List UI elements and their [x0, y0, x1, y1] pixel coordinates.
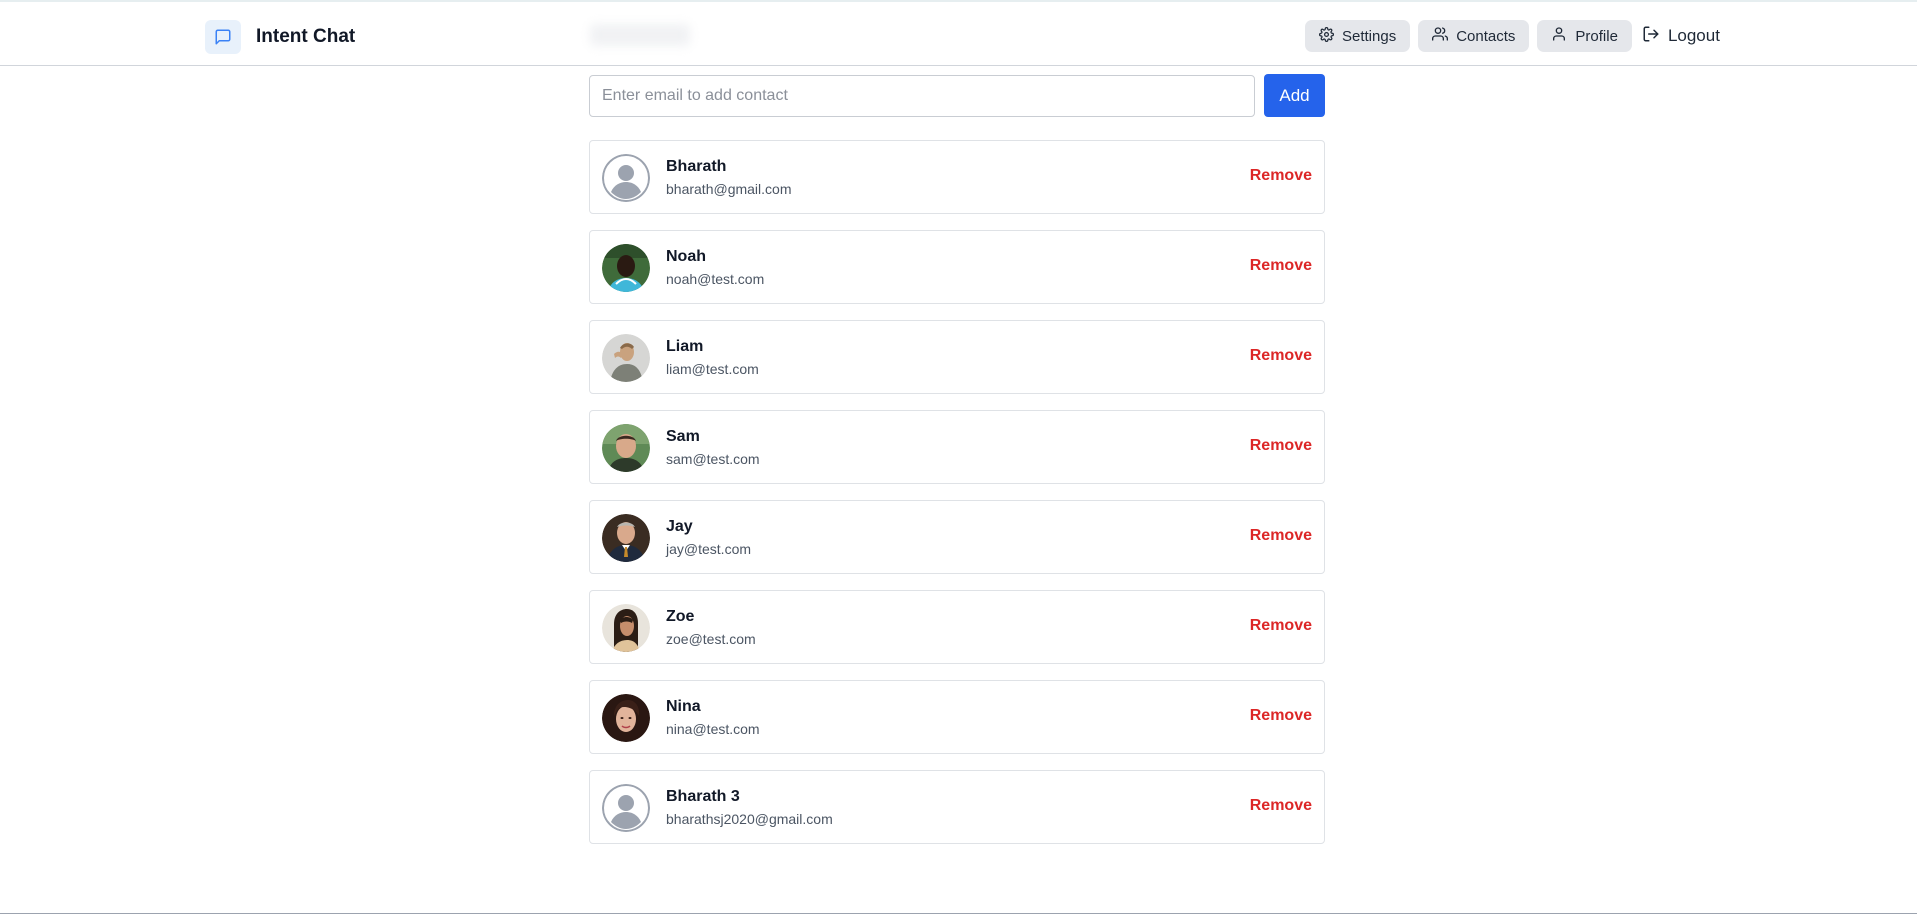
app-title: Intent Chat [256, 26, 356, 47]
contact-name: Zoe [666, 608, 695, 625]
remove-button[interactable]: Remove [1250, 527, 1312, 545]
logout-button[interactable]: Logout [1642, 25, 1720, 48]
settings-label: Settings [1342, 27, 1397, 45]
contact-email: liam@test.com [666, 361, 759, 377]
contact-email: sam@test.com [666, 451, 760, 467]
remove-button[interactable]: Remove [1250, 797, 1312, 815]
gear-icon [1319, 26, 1334, 46]
contact-card: Noah noah@test.com Remove [589, 230, 1325, 304]
remove-button[interactable]: Remove [1250, 257, 1312, 275]
remove-button[interactable]: Remove [1250, 437, 1312, 455]
remove-button[interactable]: Remove [1250, 707, 1312, 725]
contact-name: Bharath [666, 158, 727, 175]
contact-email: jay@test.com [666, 541, 752, 557]
default-avatar-icon [602, 784, 650, 832]
contact-card: Bharath 3 bharathsj2020@gmail.com Remove [589, 770, 1325, 844]
users-icon [1432, 26, 1449, 46]
contact-name: Bharath 3 [666, 788, 740, 805]
contact-name: Noah [666, 248, 706, 265]
contact-email: noah@test.com [666, 271, 765, 287]
logout-label: Logout [1667, 26, 1720, 45]
contact-email: zoe@test.com [666, 631, 756, 647]
nav-menu: Settings Contacts Profile Logout [1305, 20, 1720, 52]
avatar-photo [602, 244, 650, 292]
avatar-photo [602, 604, 650, 652]
contact-name: Jay [666, 518, 693, 535]
contact-card: Nina nina@test.com Remove [589, 680, 1325, 754]
user-icon [1551, 26, 1567, 46]
contact-card: Jay jay@test.com Remove [589, 500, 1325, 574]
contact-name: Sam [666, 428, 700, 445]
avatar-photo [602, 694, 650, 742]
profile-label: Profile [1575, 27, 1618, 45]
email-input[interactable] [589, 74, 1255, 117]
chat-bubble-icon [205, 20, 241, 54]
settings-button[interactable]: Settings [1305, 20, 1411, 52]
remove-button[interactable]: Remove [1250, 167, 1312, 185]
contact-card: Bharath bharath@gmail.com Remove [589, 140, 1325, 214]
brand[interactable]: Intent Chat [205, 20, 355, 54]
default-avatar-icon [602, 154, 650, 202]
contact-card: Sam sam@test.com Remove [589, 410, 1325, 484]
contact-card: Zoe zoe@test.com Remove [589, 590, 1325, 664]
profile-button[interactable]: Profile [1537, 20, 1632, 52]
remove-button[interactable]: Remove [1250, 617, 1312, 635]
add-contact-form: Add [589, 74, 1325, 117]
logout-icon [1642, 25, 1660, 48]
avatar-photo [602, 514, 650, 562]
avatar-photo [602, 334, 650, 382]
navbar: Intent Chat Settings Contacts Profile Lo… [0, 2, 1917, 66]
add-button[interactable]: Add [1264, 74, 1325, 117]
contact-email: nina@test.com [666, 721, 760, 737]
contact-name: Liam [666, 338, 704, 355]
contact-card: Liam liam@test.com Remove [589, 320, 1325, 394]
contacts-label: Contacts [1456, 27, 1516, 45]
contact-list: Bharath bharath@gmail.com Remove Noah no… [589, 140, 1325, 860]
remove-button[interactable]: Remove [1250, 347, 1312, 365]
contact-email: bharath@gmail.com [666, 181, 792, 197]
blurred-page-heading [590, 24, 690, 46]
contact-name: Nina [666, 698, 701, 715]
avatar-photo [602, 424, 650, 472]
contact-email: bharathsj2020@gmail.com [666, 811, 833, 827]
contacts-button[interactable]: Contacts [1418, 20, 1530, 52]
